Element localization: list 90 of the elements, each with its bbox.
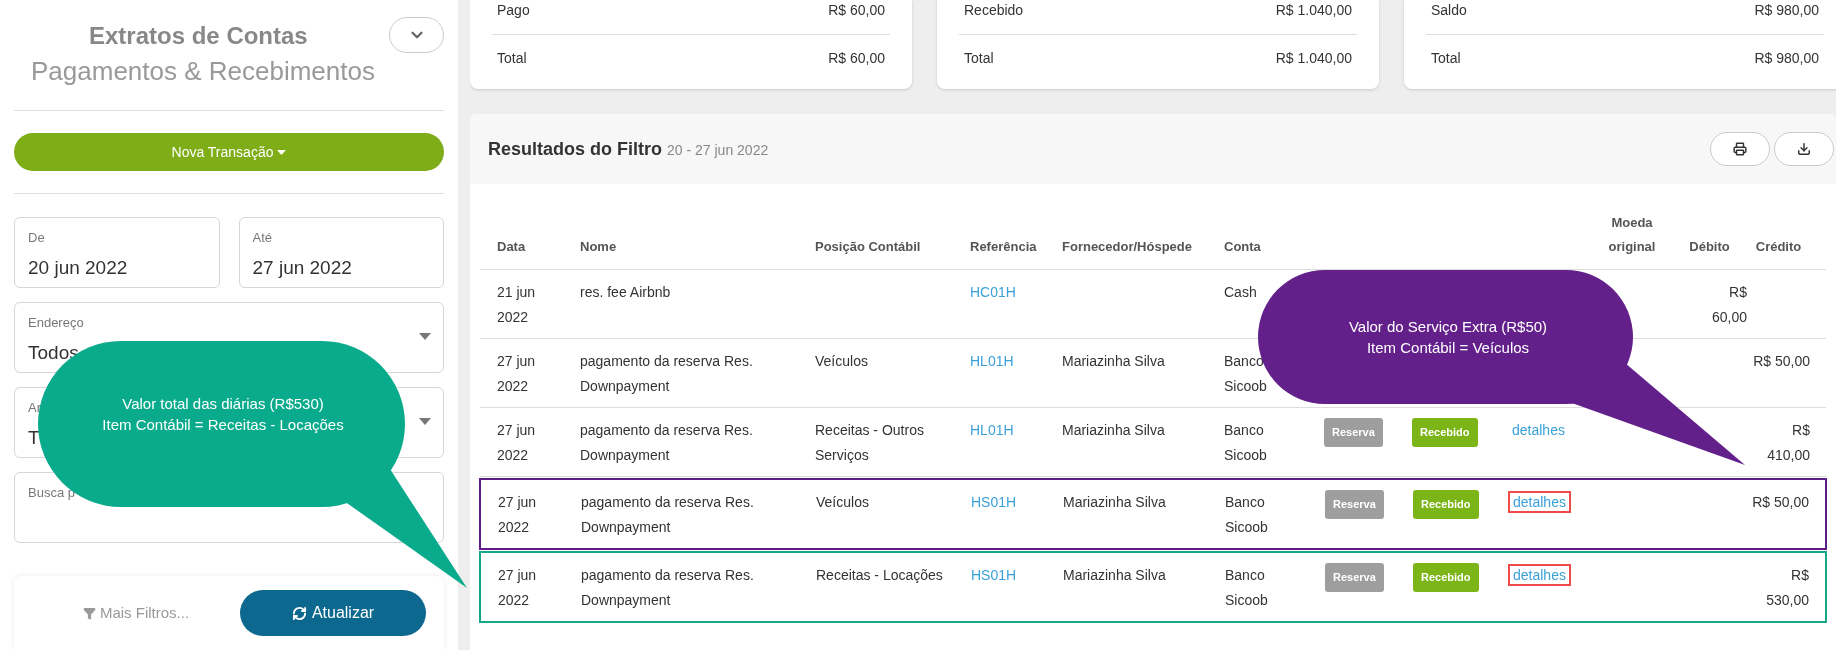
details-link[interactable]: detalhes [1508, 491, 1571, 513]
reference-link[interactable]: HS01H [971, 494, 1017, 510]
page-subtitle: Pagamentos & Recebimentos [31, 55, 375, 88]
credit-cell-text: R$ 410,00 [1766, 421, 1810, 465]
column-header: Moeda original [1607, 214, 1657, 256]
summary-label: Recebido [964, 1, 1024, 20]
field-label: Busca p [28, 485, 75, 501]
summary-label: Total [964, 49, 994, 68]
account-cell-text: Cash [1224, 283, 1258, 302]
summary-value: R$ 980,00 [1754, 1, 1819, 20]
account-cell-text: Banco Sicoob [1224, 352, 1268, 396]
field-label: De [28, 230, 45, 246]
field-value: 27 jun 2022 [252, 256, 352, 280]
summary-label: Saldo [1431, 1, 1467, 20]
credit-cell-text: R$ 50,00 [1751, 493, 1809, 512]
reference-link[interactable]: HL01H [970, 422, 1014, 438]
summary-value: R$ 980,00 [1754, 49, 1819, 68]
summary-label: Pago [497, 1, 530, 20]
status-tag: Recebido [1413, 563, 1479, 592]
download-icon [1797, 142, 1811, 156]
filter-icon [82, 606, 96, 620]
date-cell-text: 21 jun 2022 [497, 283, 537, 327]
summary-value: R$ 1.040,00 [1275, 49, 1352, 68]
reservation-tag: Reserva [1324, 418, 1383, 447]
date-cell-text: 27 jun 2022 [498, 493, 538, 537]
guest-cell: Mariazinha Silva [1063, 567, 1166, 583]
download-button[interactable] [1774, 132, 1834, 166]
details-link[interactable]: detalhes [1508, 564, 1571, 586]
column-header: Débito [1689, 238, 1730, 256]
date-cell-text: 27 jun 2022 [498, 566, 538, 610]
name-cell-text: pagamento da reserva Res. Downpayment [580, 352, 754, 396]
print-button[interactable] [1710, 132, 1770, 166]
caret-icon [419, 333, 431, 340]
column-header: Referência [970, 238, 1037, 256]
credit-cell-text: R$ 530,00 [1765, 566, 1809, 610]
account-position-cell-text: Receitas - Locações [816, 566, 944, 585]
status-tag: Recebido [1412, 418, 1478, 447]
credit-cell-text: R$ 50,00 [1752, 352, 1810, 371]
guest-cell: Mariazinha Silva [1063, 494, 1166, 510]
reference-link[interactable]: HS01H [971, 567, 1017, 583]
print-icon [1733, 142, 1747, 156]
details-link[interactable]: detalhes [1507, 419, 1570, 441]
caret-icon [277, 149, 287, 155]
reference-link[interactable]: HC01H [970, 284, 1016, 300]
name-cell-text: pagamento da reserva Res. Downpayment [580, 421, 754, 465]
column-header: Nome [580, 238, 617, 256]
refresh-icon [291, 605, 307, 621]
account-cell-text: Banco Sicoob [1224, 421, 1268, 465]
debit-cell-text: R$ 60,00 [1710, 283, 1747, 327]
field-label: Endereço [28, 315, 84, 331]
field-label: Até [252, 230, 272, 246]
new-transaction-button[interactable]: Nova Transação [14, 133, 444, 171]
account-position-cell-text: Veículos [815, 352, 869, 371]
more-filters-button[interactable]: Mais Filtros... [32, 601, 240, 625]
page-title: Extratos de Contas [89, 21, 308, 51]
date-cell-text: 27 jun 2022 [497, 421, 537, 465]
summary-value: R$ 60,00 [828, 1, 885, 20]
column-header: Conta [1224, 238, 1261, 256]
column-header: Data [497, 238, 526, 256]
results-title: Resultados do Filtro [488, 137, 662, 161]
date-field[interactable]: Até 27 jun 2022 [238, 217, 444, 288]
name-cell-text: res. fee Airbnb [580, 283, 672, 302]
field-value: T [28, 426, 40, 450]
account-position-cell-text: Receitas - Outros Serviços [815, 421, 925, 465]
callout-text: Valor total das diárias (R$530) Item Contábil = Receitas - Locações [101, 394, 345, 435]
date-field[interactable]: De 20 jun 2022 [14, 217, 220, 288]
status-tag: Recebido [1413, 490, 1479, 519]
callout-text: Valor do Serviço Extra (R$50) Item Contábil = Veículos [1347, 317, 1549, 358]
field-value: 20 jun 2022 [28, 256, 128, 280]
reservation-tag: Reserva [1325, 490, 1384, 519]
summary-label: Total [1431, 49, 1461, 68]
reservation-tag: Reserva [1325, 563, 1384, 592]
name-cell-text: pagamento da reserva Res. Downpayment [581, 493, 755, 537]
summary-label: Total [497, 49, 527, 68]
summary-value: R$ 1.040,00 [1275, 1, 1352, 20]
reference-link[interactable]: HL01H [970, 353, 1014, 369]
account-cell-text: Banco Sicoob [1225, 493, 1269, 537]
column-header: Fornecedor/Hóspede [1062, 238, 1193, 256]
date-cell-text: 27 jun 2022 [497, 352, 537, 396]
column-header: Posição Contábil [815, 238, 921, 256]
account-cell-text: Banco Sicoob [1225, 566, 1269, 610]
caret-icon [419, 418, 431, 425]
refresh-button[interactable]: Atualizar [240, 590, 426, 636]
guest-cell: Mariazinha Silva [1062, 353, 1165, 369]
summary-value: R$ 60,00 [828, 49, 885, 68]
name-cell-text: pagamento da reserva Res. Downpayment [581, 566, 755, 610]
column-header: Crédito [1755, 238, 1802, 256]
account-position-cell-text: Veículos [816, 493, 870, 512]
date-range: 20 - 27 jun 2022 [667, 141, 769, 160]
guest-cell: Mariazinha Silva [1062, 422, 1165, 438]
